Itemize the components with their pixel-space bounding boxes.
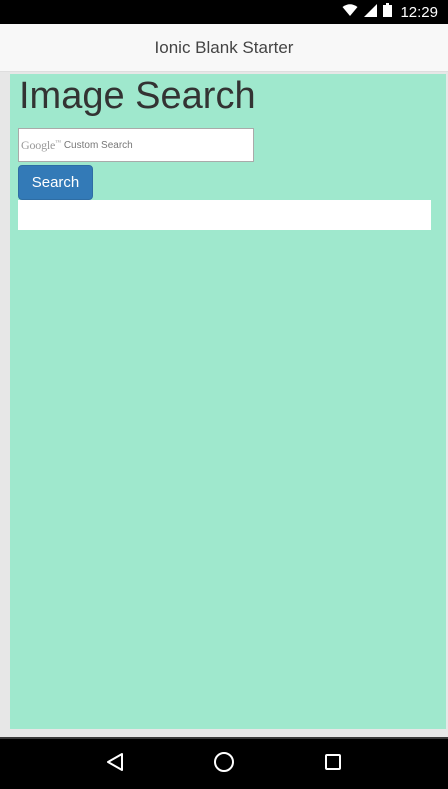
device-screen: 12:29 Ionic Blank Starter Image Search G… (0, 0, 448, 789)
battery-icon (383, 3, 393, 21)
navigation-bar (0, 737, 448, 789)
search-input[interactable]: Google™ Custom Search (18, 128, 254, 162)
search-button[interactable]: Search (18, 165, 93, 200)
status-icons (342, 3, 393, 21)
page-title: Image Search (19, 75, 256, 117)
content-frame: Image Search Google™ Custom Search Searc… (0, 72, 448, 737)
recents-icon (324, 753, 342, 776)
status-bar: 12:29 (0, 0, 448, 24)
custom-search-label: Custom Search (63, 139, 133, 151)
results-panel (18, 200, 431, 230)
home-button[interactable] (204, 744, 244, 784)
header-title: Ionic Blank Starter (154, 37, 294, 57)
recents-button[interactable] (313, 744, 353, 784)
wifi-icon (342, 3, 358, 21)
signal-icon (364, 3, 378, 21)
app-header: Ionic Blank Starter (0, 24, 448, 72)
home-icon (213, 751, 235, 778)
google-custom-search-watermark: Google™ Custom Search (21, 138, 133, 153)
google-logo: Google™ (21, 137, 61, 152)
status-time: 12:29 (400, 3, 438, 21)
content-area: Image Search Google™ Custom Search Searc… (10, 74, 446, 729)
back-button[interactable] (95, 744, 135, 784)
back-icon (106, 752, 124, 777)
